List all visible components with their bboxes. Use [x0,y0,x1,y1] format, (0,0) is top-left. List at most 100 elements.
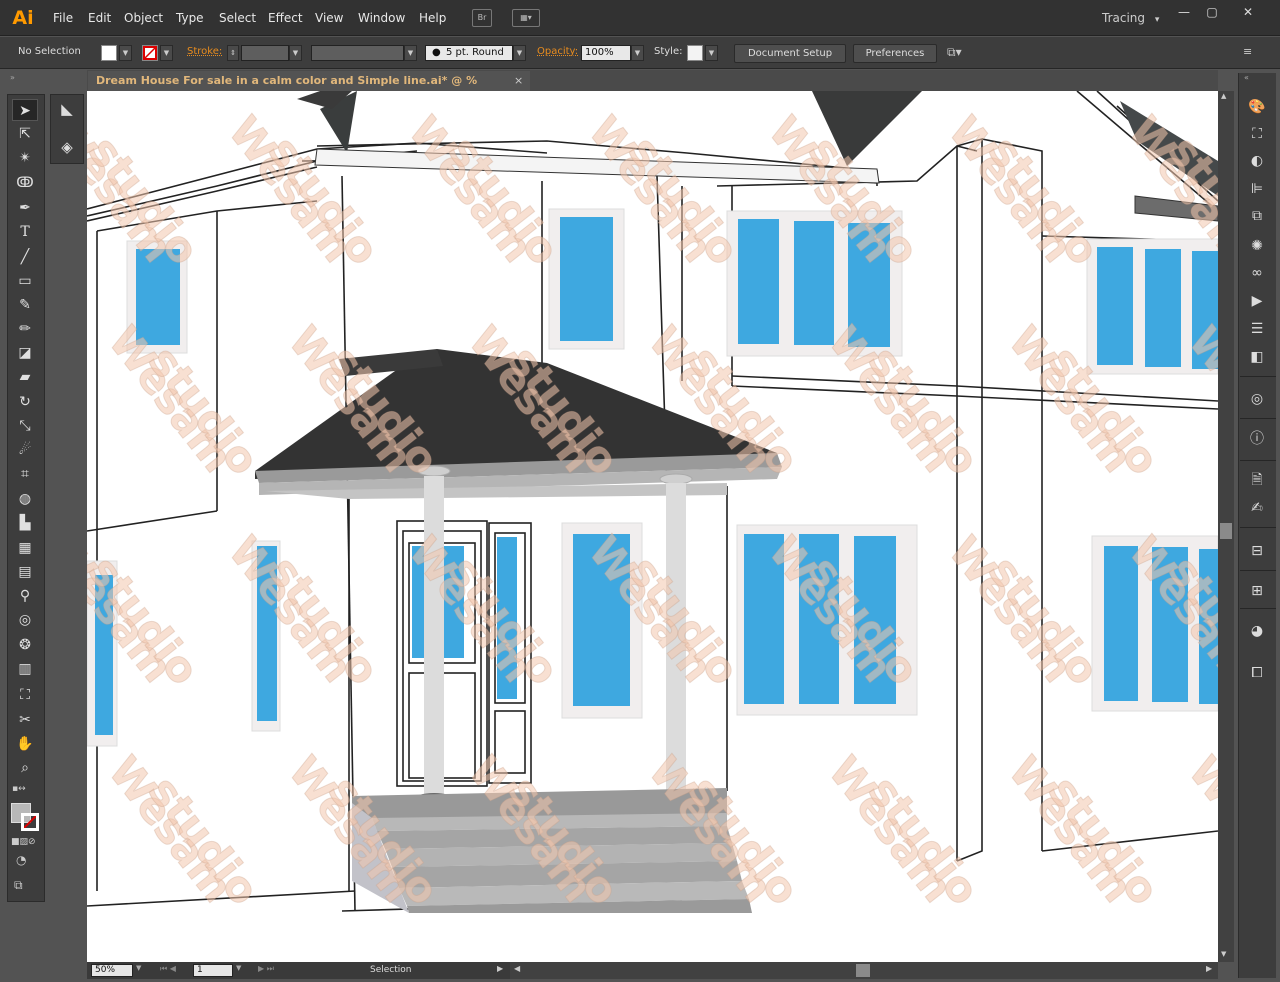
rotate-tool-icon[interactable]: ↻ [12,391,38,413]
stroke-weight-dropdown[interactable]: ▼ [289,45,302,61]
collapse-tools-icon[interactable]: » [10,73,15,82]
actions-panel-icon[interactable]: ▶ [1244,290,1270,312]
scroll-down-icon[interactable]: ▼ [1221,950,1226,958]
close-tab-icon[interactable]: × [514,72,523,90]
bridge-icon[interactable]: Br [472,9,492,27]
status-tool-label[interactable]: Selection [370,963,411,978]
workspace-switcher[interactable]: Tracing ▾ [1102,0,1159,36]
zoom-dropdown-icon[interactable]: ▼ [136,964,141,972]
opacity-label[interactable]: Opacity: [537,46,578,57]
first-artboard-icon[interactable]: ⏮ ◀ [160,964,176,974]
default-colors-icon[interactable]: ▪↔ [12,784,26,794]
menu-object[interactable]: Object [124,0,163,36]
expand-panels-icon[interactable]: « [1244,73,1249,82]
maximize-button[interactable]: ▢ [1198,4,1226,20]
navigator-panel-icon[interactable]: ◕ [1244,620,1270,642]
fill-swatch[interactable] [101,45,117,61]
rectangle-tool-icon[interactable]: ▭ [12,270,38,292]
gradient-tool-icon[interactable]: ▤ [12,561,38,583]
fill-dropdown[interactable]: ▼ [119,45,132,61]
perspective-grid-tool-icon[interactable]: ▙ [12,512,38,534]
transparency-panel-icon[interactable]: ◎ [1244,388,1270,410]
style-dropdown[interactable]: ▼ [705,45,718,61]
profile-dropdown[interactable]: ▼ [404,45,417,61]
appearance-panel-icon[interactable]: ◐ [1244,150,1270,172]
stroke-dropdown[interactable]: ▼ [160,45,173,61]
isolate-icon[interactable]: ⧉▾ [947,45,977,61]
column-graph-tool-icon[interactable]: ▥ [12,658,38,680]
minimize-button[interactable]: — [1170,4,1198,20]
style-swatch[interactable] [687,45,703,61]
paintbrush-tool-icon[interactable]: ✎ [12,294,38,316]
horizontal-scroll-thumb[interactable] [856,964,870,977]
free-transform-tool-icon[interactable]: ⌗ [12,463,38,485]
artboards-panel-icon[interactable]: ⊞ [1244,580,1270,602]
opacity-dropdown[interactable]: ▼ [631,45,644,61]
graphic-styles-panel-icon[interactable]: ⧠ [1244,662,1270,684]
document-tab[interactable]: Dream House For sale in a calm color and… [88,71,530,107]
artboard-number-field[interactable]: 1 [193,964,233,977]
menu-effect[interactable]: Effect [268,0,303,36]
pencil-tool-icon[interactable]: ✏ [12,318,38,340]
eraser-tool-icon[interactable]: ▰ [12,366,38,388]
slice-tool-icon[interactable]: ✂ [12,709,38,731]
zoom-field[interactable]: 50% [91,964,133,977]
blob-brush-tool-icon[interactable]: ◪ [12,342,38,364]
color-mode-icons[interactable]: ■▨⊘ [11,837,36,847]
mesh-tool-icon[interactable]: ▦ [12,537,38,559]
preferences-button[interactable]: Preferences [853,44,937,63]
menu-file[interactable]: File [53,0,73,36]
line-tool-icon[interactable]: ╱ [12,246,38,268]
stroke-panel-icon[interactable]: ☰ [1244,318,1270,340]
hand-tool-icon[interactable]: ✋ [12,733,38,755]
info-panel-icon[interactable]: ⓘ [1244,428,1270,450]
brushes-panel-icon[interactable]: ✍ [1244,497,1270,519]
document-info-panel-icon[interactable]: 🗎 [1244,469,1270,491]
brush-definition[interactable]: ● 5 pt. Round [425,45,513,61]
scale-tool-icon[interactable]: ⤡ [12,415,38,437]
transparency-panel-icon[interactable]: ◣ [54,96,80,122]
magic-wand-tool-icon[interactable]: ✴ [12,147,38,169]
artboard-canvas[interactable]: Wesam studio Wesam studio Wesam studio Wesam st… [87,91,1218,962]
artboard-dropdown-icon[interactable]: ▼ [236,964,241,972]
close-window-button[interactable]: ✕ [1234,4,1262,20]
align-panel-icon[interactable]: ⊫ [1244,178,1270,200]
menu-select[interactable]: Select [219,0,256,36]
blend-tool-icon[interactable]: ◎ [12,609,38,631]
next-artboard-icon[interactable]: ▶ ⏭ [258,964,274,974]
menu-edit[interactable]: Edit [88,0,111,36]
direct-selection-tool-icon[interactable]: ⇱ [12,123,38,145]
shape-builder-tool-icon[interactable]: ◍ [12,488,38,510]
stroke-color-icon[interactable] [21,813,39,831]
layers-panel-icon[interactable]: ◈ [54,134,80,160]
panel-menu-icon[interactable]: ≡ [1243,45,1263,61]
symbol-sprayer-tool-icon[interactable]: ❂ [12,634,38,656]
stroke-swatch[interactable] [142,45,158,61]
pathfinder-panel-icon[interactable]: ⧉ [1244,205,1270,227]
status-menu-icon[interactable]: ▶ [497,964,503,973]
menu-help[interactable]: Help [419,0,446,36]
selection-tool-icon[interactable]: ➤ [12,99,38,121]
type-tool-icon[interactable]: T [12,221,38,243]
scroll-up-icon[interactable]: ▲ [1221,92,1226,100]
gradient-panel-icon[interactable]: ◧ [1244,346,1270,368]
stroke-weight-stepper[interactable]: ⇕ [227,45,239,61]
transform-panel-icon[interactable]: ⛶ [1244,123,1270,145]
warp-tool-icon[interactable]: ☄ [12,439,38,461]
artboard-tool-icon[interactable]: ⛶ [12,684,38,706]
color-panel-icon[interactable]: 🎨 [1244,96,1270,118]
scroll-right-icon[interactable]: ▶ [1206,964,1212,973]
menu-view[interactable]: View [315,0,343,36]
links-panel-icon[interactable]: ∞ [1244,262,1270,284]
lasso-tool-icon[interactable]: ↂ [12,172,38,194]
arrange-documents-icon[interactable]: ▦▾ [512,9,540,27]
menu-window[interactable]: Window [358,0,405,36]
stroke-label[interactable]: Stroke: [187,46,222,57]
symbols-panel-icon[interactable]: ✺ [1244,235,1270,257]
layers-panel-icon[interactable]: ⊟ [1244,540,1270,562]
zoom-tool-icon[interactable]: ⌕ [12,757,38,779]
brush-dropdown[interactable]: ▼ [513,45,526,61]
drawing-mode-icon[interactable]: ◔ [16,853,26,867]
vertical-scroll-thumb[interactable] [1220,523,1232,539]
scroll-left-icon[interactable]: ◀ [514,964,520,973]
